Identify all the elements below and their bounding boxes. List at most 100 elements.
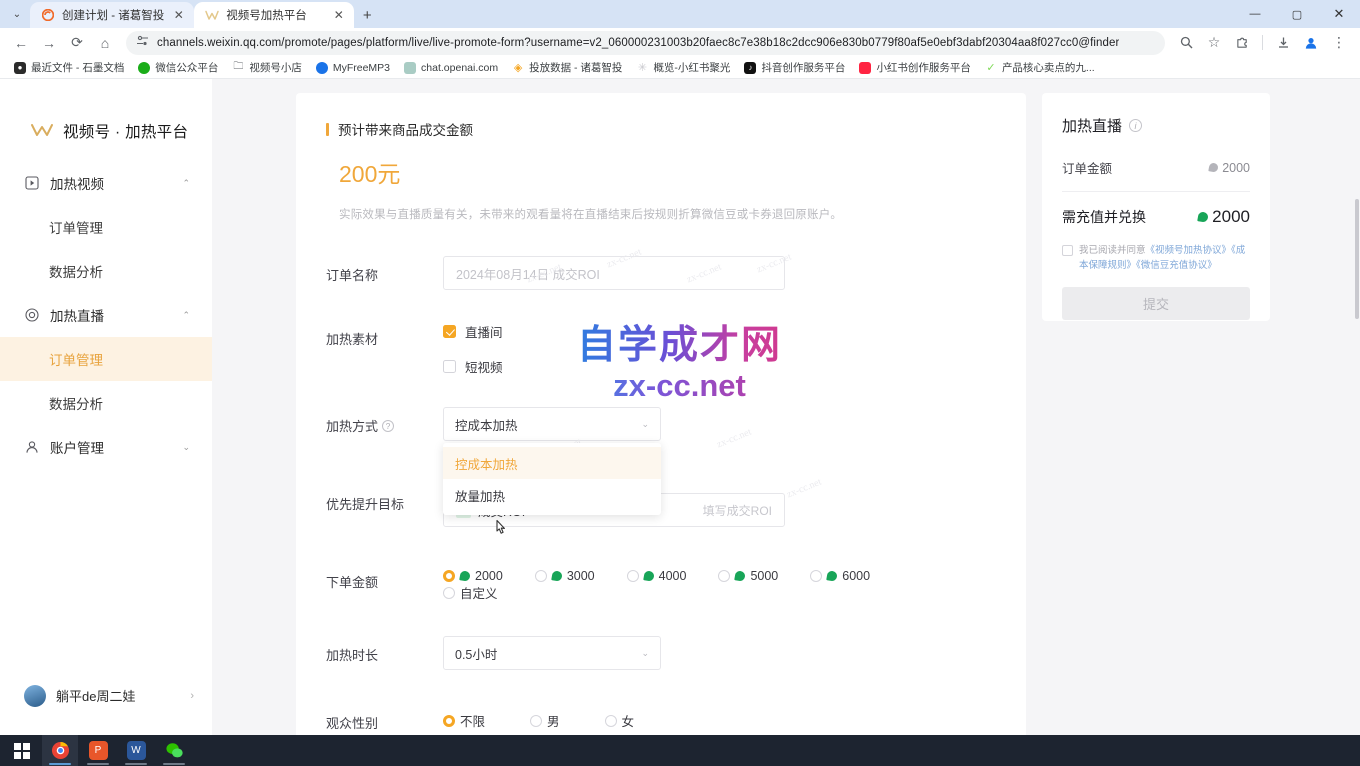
agreement-link-bean[interactable]: 《微信豆充值协议》 xyxy=(1136,260,1217,271)
bookmark-item[interactable]: ✳概览-小红书聚光 xyxy=(630,58,736,77)
sidebar-group-heat-live[interactable]: 加热直播 ⌃ xyxy=(0,293,212,337)
sidebar-group-label: 账户管理 xyxy=(50,437,172,457)
duration-select[interactable]: 0.5小时 ⌄ xyxy=(443,636,661,670)
bookmark-item[interactable]: 小红书创作服务平台 xyxy=(853,58,977,77)
radio-dot[interactable] xyxy=(535,570,547,582)
sidebar-group-account[interactable]: 账户管理 ⌄ xyxy=(0,425,212,469)
sidebar-profile[interactable]: 躺平de周二娃 › xyxy=(0,685,212,707)
extensions-icon[interactable] xyxy=(1229,30,1255,56)
taskbar-chrome[interactable] xyxy=(42,735,78,766)
radio-dot[interactable] xyxy=(530,715,542,727)
checkbox-live-room[interactable] xyxy=(443,325,456,338)
order-name-input[interactable]: 2024年08月14日 成交ROI xyxy=(443,256,785,290)
sidebar-item-data-analysis-live[interactable]: 数据分析 xyxy=(0,381,212,425)
windows-taskbar: P W xyxy=(0,735,1360,766)
chevron-down-icon[interactable]: ⌄ xyxy=(182,442,190,453)
radio-gender-female[interactable]: 女 xyxy=(605,711,635,730)
dropdown-option-volume[interactable]: 放量加热 xyxy=(443,479,661,511)
radio-dot[interactable] xyxy=(810,570,822,582)
browser-menu-icon[interactable]: ⋮ xyxy=(1326,30,1352,56)
start-button[interactable] xyxy=(4,735,40,766)
scrollbar-thumb[interactable] xyxy=(1355,199,1359,319)
bookmark-item[interactable]: 微信公众平台 xyxy=(132,58,224,77)
agreement-row[interactable]: 我已阅读并同意《视频号加热协议》《成本保障规则》《微信豆充值协议》 xyxy=(1062,244,1250,273)
field-row-material: 加热素材 直播间 短视频 xyxy=(326,320,986,377)
checkbox-short-video[interactable] xyxy=(443,360,456,373)
wechat-bean-icon xyxy=(826,571,838,583)
field-gender: 不限 男 女 xyxy=(443,704,986,730)
agreement-checkbox[interactable] xyxy=(1062,245,1073,256)
tab-search-icon[interactable]: ⌄ xyxy=(4,0,30,28)
help-icon[interactable]: ? xyxy=(382,420,394,432)
bookmark-label: 最近文件 - 石墨文档 xyxy=(31,60,124,75)
info-icon[interactable]: i xyxy=(1129,119,1142,132)
radio-amount-3000[interactable]: 3000 xyxy=(535,569,595,583)
zoom-icon[interactable] xyxy=(1173,30,1199,56)
profile-avatar-icon[interactable] xyxy=(1298,30,1324,56)
maximize-button[interactable]: ▢ xyxy=(1276,0,1318,28)
bookmark-star-icon[interactable]: ☆ xyxy=(1201,30,1227,56)
label-method-text: 加热方式 xyxy=(326,416,378,435)
bookmark-item[interactable]: 🗀视频号小店 xyxy=(226,58,308,77)
taskbar-word[interactable]: W xyxy=(118,735,154,766)
radio-amount-2000[interactable]: 2000 xyxy=(443,569,503,583)
submit-button[interactable]: 提交 xyxy=(1062,287,1250,320)
radio-amount-custom[interactable]: 自定义 xyxy=(443,583,498,602)
reload-icon[interactable]: ⟳ xyxy=(64,30,90,56)
close-window-button[interactable]: ✕ xyxy=(1318,0,1360,28)
tab-close-icon[interactable]: ✕ xyxy=(171,8,186,23)
radio-dot[interactable] xyxy=(443,715,455,727)
field-method: 控成本加热 ⌄ 控成本加热 放量加热 xyxy=(443,407,986,441)
back-icon[interactable]: ← xyxy=(8,30,34,56)
chevron-down-icon[interactable]: ⌄ xyxy=(641,648,649,659)
sidebar-item-data-analysis-video[interactable]: 数据分析 xyxy=(0,249,212,293)
radio-dot[interactable] xyxy=(627,570,639,582)
taskbar-indicator xyxy=(163,763,185,765)
radio-dot[interactable] xyxy=(443,570,455,582)
page-scrollbar[interactable] xyxy=(1354,79,1360,735)
radio-amount-6000[interactable]: 6000 xyxy=(810,569,870,583)
duration-selected-value: 0.5小时 xyxy=(455,644,497,663)
radio-amount-4000[interactable]: 4000 xyxy=(627,569,687,583)
radio-gender-male[interactable]: 男 xyxy=(530,711,560,730)
bookmark-item[interactable]: MyFreeMP3 xyxy=(310,60,396,76)
radio-dot[interactable] xyxy=(605,715,617,727)
sidebar-group-heat-video[interactable]: 加热视频 ⌃ xyxy=(0,161,212,205)
radio-amount-5000[interactable]: 5000 xyxy=(718,569,778,583)
bookmark-item[interactable]: ●最近文件 - 石墨文档 xyxy=(8,58,130,77)
browser-tab-2[interactable]: 视频号加热平台 ✕ xyxy=(194,2,354,28)
sidebar-item-order-management-video[interactable]: 订单管理 xyxy=(0,205,212,249)
chevron-right-icon[interactable]: › xyxy=(190,690,194,702)
bookmark-item[interactable]: ◈投放数据 - 诸葛智投 xyxy=(506,58,628,77)
address-bar[interactable]: channels.weixin.qq.com/promote/pages/pla… xyxy=(126,31,1165,55)
material-option-shortvideo[interactable]: 短视频 xyxy=(443,355,986,377)
bookmark-item[interactable]: ✓产品核心卖点的九... xyxy=(979,58,1101,77)
home-icon[interactable]: ⌂ xyxy=(92,30,118,56)
bookmark-favicon-icon: ✳ xyxy=(636,62,648,74)
bookmark-item[interactable]: ♪抖音创作服务平台 xyxy=(738,58,851,77)
chevron-up-icon[interactable]: ⌃ xyxy=(182,178,190,189)
radio-label: 5000 xyxy=(750,569,778,583)
agreement-link-heat[interactable]: 《视频号加热协议》 xyxy=(1146,245,1232,256)
downloads-icon[interactable] xyxy=(1270,30,1296,56)
sidebar-item-order-management-live[interactable]: 订单管理 xyxy=(0,337,212,381)
taskbar-pdf[interactable]: P xyxy=(80,735,116,766)
new-tab-button[interactable]: + xyxy=(354,2,380,28)
site-settings-icon[interactable] xyxy=(136,35,149,50)
promote-form-card: 预计带来商品成交金额 200元 实际效果与直播质量有关，未带来的观看量将在直播结… xyxy=(296,93,1026,735)
bookmark-item[interactable]: chat.openai.com xyxy=(398,60,504,76)
radio-dot[interactable] xyxy=(443,587,455,599)
taskbar-wechat[interactable] xyxy=(156,735,192,766)
method-select[interactable]: 控成本加热 ⌄ xyxy=(443,407,661,441)
chevron-down-icon[interactable]: ⌄ xyxy=(641,419,649,430)
radio-gender-any[interactable]: 不限 xyxy=(443,711,485,730)
material-option-live[interactable]: 直播间 xyxy=(443,320,986,342)
user-icon xyxy=(24,439,40,455)
radio-dot[interactable] xyxy=(718,570,730,582)
forward-icon[interactable]: → xyxy=(36,30,62,56)
dropdown-option-cost-control[interactable]: 控成本加热 xyxy=(443,447,661,479)
browser-tab-1[interactable]: 创建计划 - 诸葛智投 ✕ xyxy=(30,2,194,28)
minimize-button[interactable]: — xyxy=(1234,0,1276,28)
tab-close-icon[interactable]: ✕ xyxy=(331,8,346,23)
chevron-up-icon[interactable]: ⌃ xyxy=(182,310,190,321)
